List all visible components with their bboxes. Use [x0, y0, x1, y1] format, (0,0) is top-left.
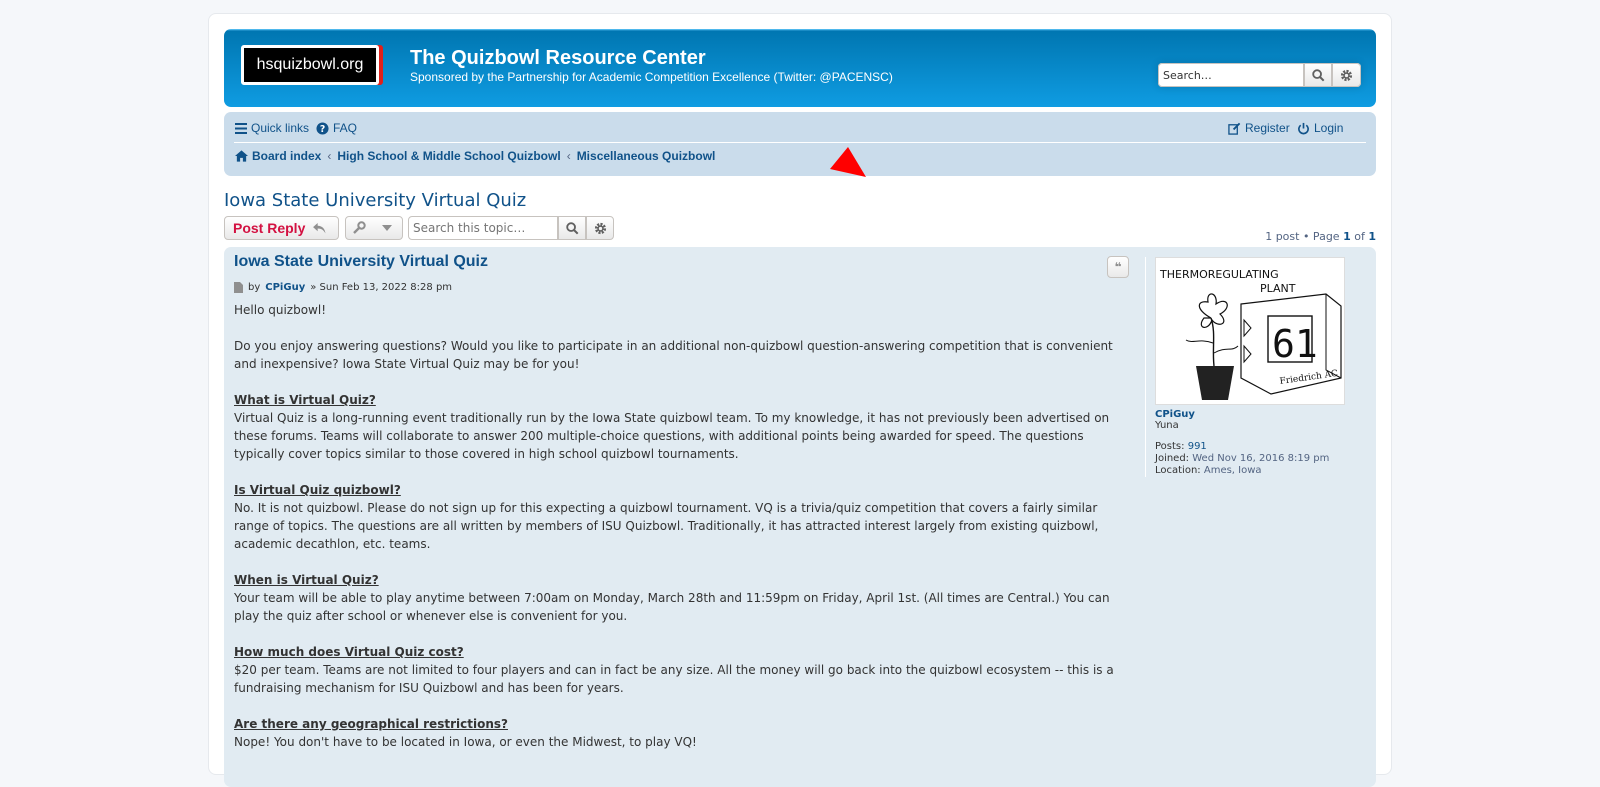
- post-content: Hello quizbowl! Do you enjoy answering q…: [234, 301, 1129, 769]
- breadcrumb: Board index ‹ High School & Middle Schoo…: [235, 149, 715, 163]
- breadcrumb-misc-quizbowl[interactable]: Miscellaneous Quizbowl: [577, 149, 716, 163]
- avatar-caption-2: PLANT: [1260, 282, 1296, 295]
- post-subject[interactable]: Iowa State University Virtual Quiz: [234, 253, 488, 271]
- chevron-left-icon: ‹: [566, 149, 571, 163]
- section-body: $20 per team. Teams are not limited to f…: [234, 663, 1114, 695]
- profile-username[interactable]: CPiGuy: [1155, 409, 1361, 420]
- post-reply-button[interactable]: Post Reply: [224, 216, 339, 240]
- pagination-total-pages: 1: [1368, 230, 1376, 243]
- quick-links-label: Quick links: [251, 121, 310, 135]
- login-link[interactable]: Login: [1297, 121, 1343, 135]
- header-search-input[interactable]: [1158, 63, 1304, 87]
- profile-posts-label: Posts:: [1155, 441, 1185, 452]
- post-reply-label: Post Reply: [233, 220, 306, 236]
- faq-label: FAQ: [333, 121, 358, 135]
- section-heading: How much does Virtual Quiz cost?: [234, 645, 464, 659]
- pagination-current-page: 1: [1343, 230, 1351, 243]
- home-icon: [235, 150, 248, 162]
- advanced-search-button[interactable]: [1332, 63, 1361, 87]
- question-circle-icon: ?: [316, 121, 329, 134]
- register-link[interactable]: Register: [1228, 121, 1290, 135]
- post-author-link[interactable]: CPiGuy: [265, 282, 305, 293]
- profile-joined-label: Joined:: [1155, 453, 1190, 464]
- post-section: What is Virtual Quiz? Virtual Quiz is a …: [234, 391, 1129, 463]
- site-header: hsquizbowl.org The Quizbowl Resource Cen…: [224, 29, 1376, 107]
- register-label: Register: [1245, 121, 1290, 135]
- profile-location-label: Location:: [1155, 465, 1201, 476]
- avatar-digits: 61: [1272, 322, 1318, 366]
- profile-location-value: Ames, Iowa: [1203, 465, 1262, 476]
- section-body: Nope! You don't have to be located in Io…: [234, 735, 697, 749]
- svg-text:?: ?: [320, 123, 325, 134]
- search-button[interactable]: [1304, 63, 1332, 87]
- search-icon: [565, 221, 578, 234]
- post-section: Is Virtual Quiz quizbowl? No. It is not …: [234, 481, 1129, 553]
- header-search: [1158, 63, 1361, 87]
- wrench-icon: [353, 221, 366, 234]
- profile-joined-date: Wed Nov 16, 2016 8:19 pm: [1192, 453, 1330, 464]
- reply-icon: [313, 222, 326, 234]
- topic-search: [408, 216, 614, 240]
- pagination-posts-label: 1 post • Page: [1265, 230, 1340, 243]
- avatar-signature: Friedrich AC: [1279, 369, 1339, 387]
- faq-link[interactable]: ? FAQ: [316, 121, 357, 135]
- profile-posts-count[interactable]: 991: [1188, 441, 1207, 452]
- post-author-line: by CPiGuy » Sun Feb 13, 2022 8:28 pm: [234, 282, 452, 293]
- post-section: How much does Virtual Quiz cost? $20 per…: [234, 643, 1129, 697]
- page-wrapper: hsquizbowl.org The Quizbowl Resource Cen…: [208, 13, 1392, 787]
- quick-links-menu[interactable]: Quick links: [235, 121, 309, 135]
- site-logo[interactable]: hsquizbowl.org: [241, 45, 379, 85]
- topic-advanced-search-button[interactable]: [586, 216, 614, 240]
- post-greeting: Hello quizbowl!: [234, 303, 327, 317]
- post: Iowa State University Virtual Quiz ❝ by …: [224, 247, 1376, 787]
- login-label: Login: [1314, 121, 1344, 135]
- post-profile: THERMOREGULATING PLANT 61 Friedrich AC C…: [1145, 257, 1361, 477]
- pagination-of-label: of: [1354, 230, 1365, 243]
- nav-divider: [234, 142, 1366, 143]
- quote-icon: ❝: [1114, 260, 1122, 274]
- chevron-left-icon: ‹: [327, 149, 332, 163]
- post-intro: Do you enjoy answering questions? Would …: [234, 339, 1113, 371]
- breadcrumb-board-index[interactable]: Board index: [252, 149, 321, 163]
- avatar-drawing: THERMOREGULATING PLANT 61 Friedrich AC: [1159, 268, 1342, 400]
- topic-title[interactable]: Iowa State University Virtual Quiz: [224, 190, 526, 211]
- avatar-caption-1: THERMOREGULATING: [1159, 268, 1279, 281]
- pagination: 1 post • Page 1 of 1: [1265, 230, 1376, 243]
- site-description: Sponsored by the Partnership for Academi…: [410, 70, 893, 84]
- file-icon[interactable]: [234, 282, 243, 293]
- profile-location: Location: Ames, Iowa: [1155, 465, 1361, 477]
- section-heading: Is Virtual Quiz quizbowl?: [234, 483, 401, 497]
- profile-posts: Posts: 991: [1155, 441, 1361, 453]
- quote-button[interactable]: ❝: [1107, 256, 1129, 278]
- section-body: Virtual Quiz is a long-running event tra…: [234, 411, 1110, 461]
- topic-search-input[interactable]: [408, 216, 558, 240]
- section-body: No. It is not quizbowl. Please do not si…: [234, 501, 1099, 551]
- section-heading: What is Virtual Quiz?: [234, 393, 376, 407]
- section-body: Your team will be able to play anytime b…: [234, 591, 1110, 623]
- edit-icon: [1228, 122, 1241, 135]
- post-date: » Sun Feb 13, 2022 8:28 pm: [310, 282, 453, 293]
- post-section: When is Virtual Quiz? Your team will be …: [234, 571, 1129, 625]
- site-title: The Quizbowl Resource Center: [410, 47, 706, 69]
- breadcrumb-hs-ms-quizbowl[interactable]: High School & Middle School Quizbowl: [337, 149, 560, 163]
- avatar[interactable]: THERMOREGULATING PLANT 61 Friedrich AC: [1155, 257, 1345, 405]
- profile-rank: Yuna: [1155, 420, 1179, 431]
- profile-joined: Joined: Wed Nov 16, 2016 8:19 pm: [1155, 453, 1361, 465]
- power-icon: [1298, 122, 1309, 134]
- mouse-pointer-icon: [830, 147, 866, 177]
- caret-down-icon: [382, 225, 392, 231]
- gear-icon: [1340, 69, 1353, 81]
- navbar: Quick links ? FAQ Register Login Board i…: [224, 112, 1376, 176]
- post-section: Are there any geographical restrictions?…: [234, 715, 1129, 751]
- search-icon: [1311, 68, 1324, 81]
- gear-icon: [594, 222, 606, 234]
- section-heading: When is Virtual Quiz?: [234, 573, 379, 587]
- topic-tools-button[interactable]: [345, 216, 403, 240]
- topic-search-button[interactable]: [558, 216, 586, 240]
- bars-icon: [235, 122, 247, 134]
- section-heading: Are there any geographical restrictions?: [234, 717, 508, 731]
- post-by-label: by: [248, 282, 261, 293]
